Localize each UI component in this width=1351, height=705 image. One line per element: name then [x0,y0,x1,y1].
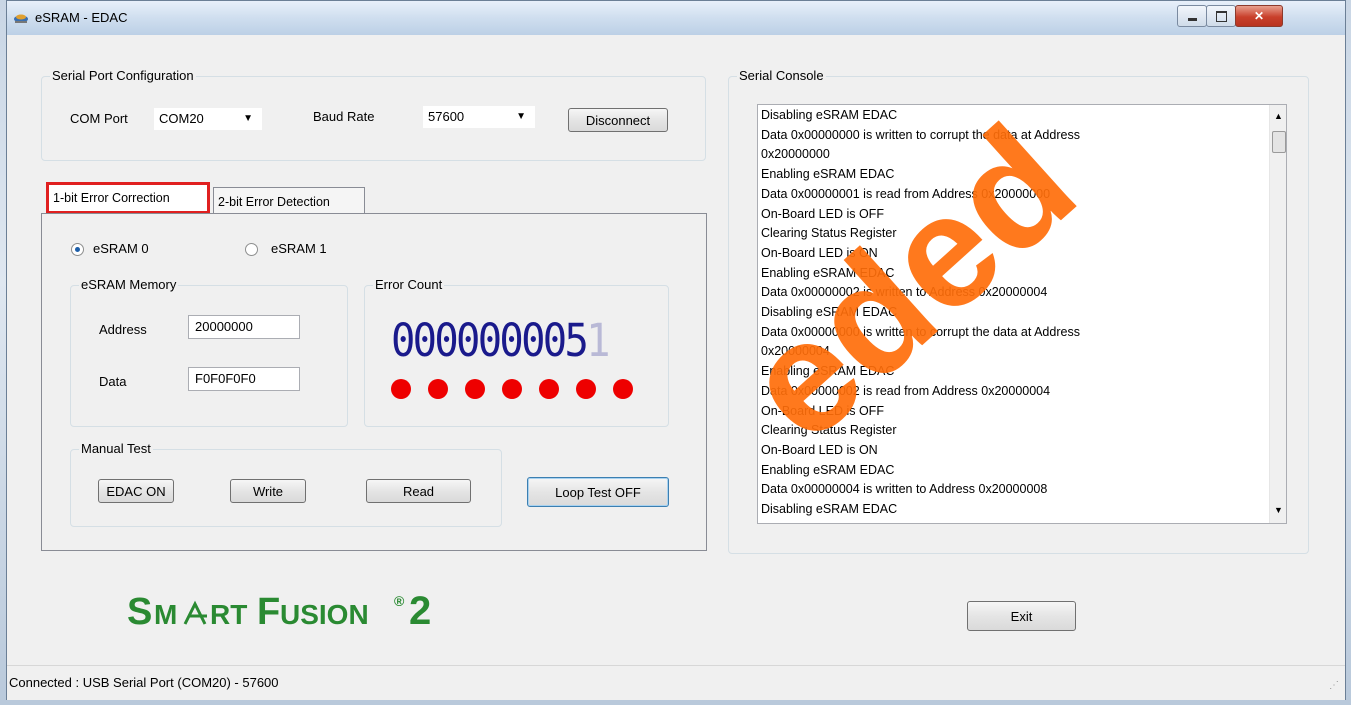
svg-text:USION: USION [280,599,369,630]
loop-test-button[interactable]: Loop Test OFF [527,477,669,507]
close-icon: ✕ [1253,9,1265,23]
radio-esram-1[interactable]: eSRAM 1 [245,241,365,259]
led-indicator [613,379,633,399]
data-input[interactable]: F0F0F0F0 [188,367,300,391]
chevron-down-icon: ▼ [243,113,253,124]
tab-2-bit-error-detection[interactable]: 2-bit Error Detection [213,187,365,215]
led-indicator [428,379,448,399]
console-line: Disabling eSRAM EDAC [761,502,898,517]
close-button[interactable]: ✕ [1235,5,1283,27]
edac-on-button[interactable]: EDAC ON [98,479,174,503]
tab-label: 1-bit Error Correction [53,191,170,205]
status-bar: Connected : USB Serial Port (COM20) - 57… [7,665,1345,700]
manual-test-title: Manual Test [79,441,153,456]
minimize-button[interactable] [1177,5,1207,27]
led-indicator [539,379,559,399]
disconnect-button[interactable]: Disconnect [568,108,668,132]
svg-text:RT: RT [210,599,247,630]
esram-memory-title: eSRAM Memory [79,277,179,292]
serial-port-config-title: Serial Port Configuration [50,68,196,83]
svg-text:M: M [154,599,177,630]
serial-port-config-group: Serial Port Configuration COM Port COM20… [41,68,706,161]
address-label: Address [99,322,147,337]
data-label: Data [99,374,127,389]
smartfusion-logo: S M RT F USION ® 2 [127,584,567,637]
baud-rate-select[interactable]: 57600 ▼ [423,106,535,128]
radio-esram-0-label: eSRAM 0 [93,241,149,256]
chevron-down-icon: ▼ [516,111,526,122]
read-button[interactable]: Read [366,479,471,503]
led-indicator [391,379,411,399]
exit-button[interactable]: Exit [967,601,1076,631]
app-icon [14,14,28,23]
led-row [391,379,641,401]
tab-1-bit-error-correction[interactable]: 1-bit Error Correction [46,182,210,214]
maximize-button[interactable] [1206,5,1236,27]
radio-button[interactable] [245,243,258,256]
baud-rate-label: Baud Rate [313,109,375,124]
window-title: eSRAM - EDAC [35,10,128,25]
write-button[interactable]: Write [230,479,306,503]
smartfusion-logo-graphic: S M RT F USION ® 2 [127,589,431,633]
console-line: Data 0x00000004 is written to Address 0x… [761,482,1048,497]
led-indicator [576,379,596,399]
svg-text:2: 2 [409,589,431,633]
resize-grip-icon[interactable]: ⋰ [1329,680,1339,691]
error-count-display: 0000000051 [391,314,611,367]
led-indicator [502,379,522,399]
serial-console-title: Serial Console [737,68,826,83]
com-port-label: COM Port [70,111,128,126]
com-port-value: COM20 [159,111,204,126]
maximize-icon [1215,10,1227,22]
led-indicator [465,379,485,399]
radio-esram-1-label: eSRAM 1 [271,241,327,256]
radio-esram-0[interactable]: eSRAM 0 [71,241,191,259]
tab-label: 2-bit Error Detection [218,194,330,209]
esram-memory-group: eSRAM Memory Address 20000000 Data F0F0F… [70,277,348,427]
com-port-select[interactable]: COM20 ▼ [154,108,262,130]
error-count-title: Error Count [373,277,445,292]
scroll-up-icon[interactable]: ▲ [1274,111,1283,121]
status-text: Connected : USB Serial Port (COM20) - 57… [9,675,279,690]
svg-text:F: F [257,591,280,633]
baud-rate-value: 57600 [428,109,465,124]
scroll-down-icon[interactable]: ▼ [1274,505,1283,515]
error-count-digits: 000000005 [391,314,589,367]
svg-text:S: S [127,591,152,633]
error-count-last-digit: 1 [586,314,610,367]
manual-test-group: Manual Test EDAC ON Write Read [70,441,502,527]
radio-button-selected[interactable] [71,243,84,256]
minimize-icon [1187,17,1197,21]
console-scrollbar[interactable]: ▲ ▼ [1269,105,1286,523]
svg-text:®: ® [394,593,405,609]
address-input[interactable]: 20000000 [188,315,300,339]
